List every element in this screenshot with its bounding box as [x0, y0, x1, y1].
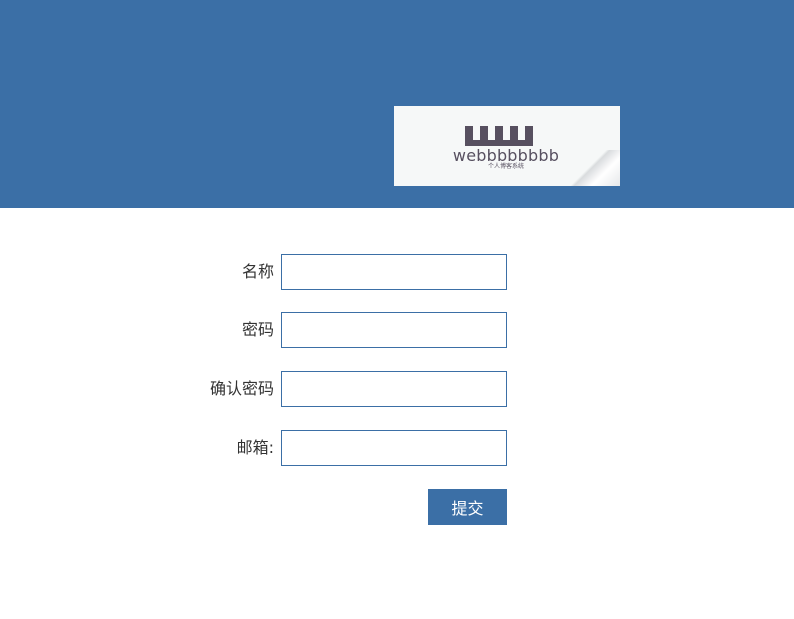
name-input[interactable] — [281, 254, 507, 290]
header-banner: webbbbbbbb 个人博客系统 — [0, 0, 794, 208]
submit-button[interactable]: 提交 — [428, 489, 507, 525]
email-label: 邮箱: — [236, 438, 274, 457]
site-logo: webbbbbbbb 个人博客系统 — [394, 106, 620, 186]
logo-subtitle: 个人博客系统 — [487, 163, 524, 170]
form-row-email: 邮箱: — [0, 430, 794, 466]
form-row-confirm-password: 确认密码 — [0, 371, 794, 407]
form-row-name: 名称 — [0, 254, 794, 290]
logo-mark-icon — [465, 126, 533, 146]
form-row-password: 密码 — [0, 312, 794, 348]
password-input[interactable] — [281, 312, 507, 348]
page-curl-decoration — [560, 150, 620, 186]
name-label: 名称 — [241, 262, 274, 281]
password-label: 密码 — [241, 320, 274, 339]
email-input[interactable] — [281, 430, 507, 466]
confirm-password-input[interactable] — [281, 371, 507, 407]
confirm-password-label: 确认密码 — [209, 379, 274, 398]
